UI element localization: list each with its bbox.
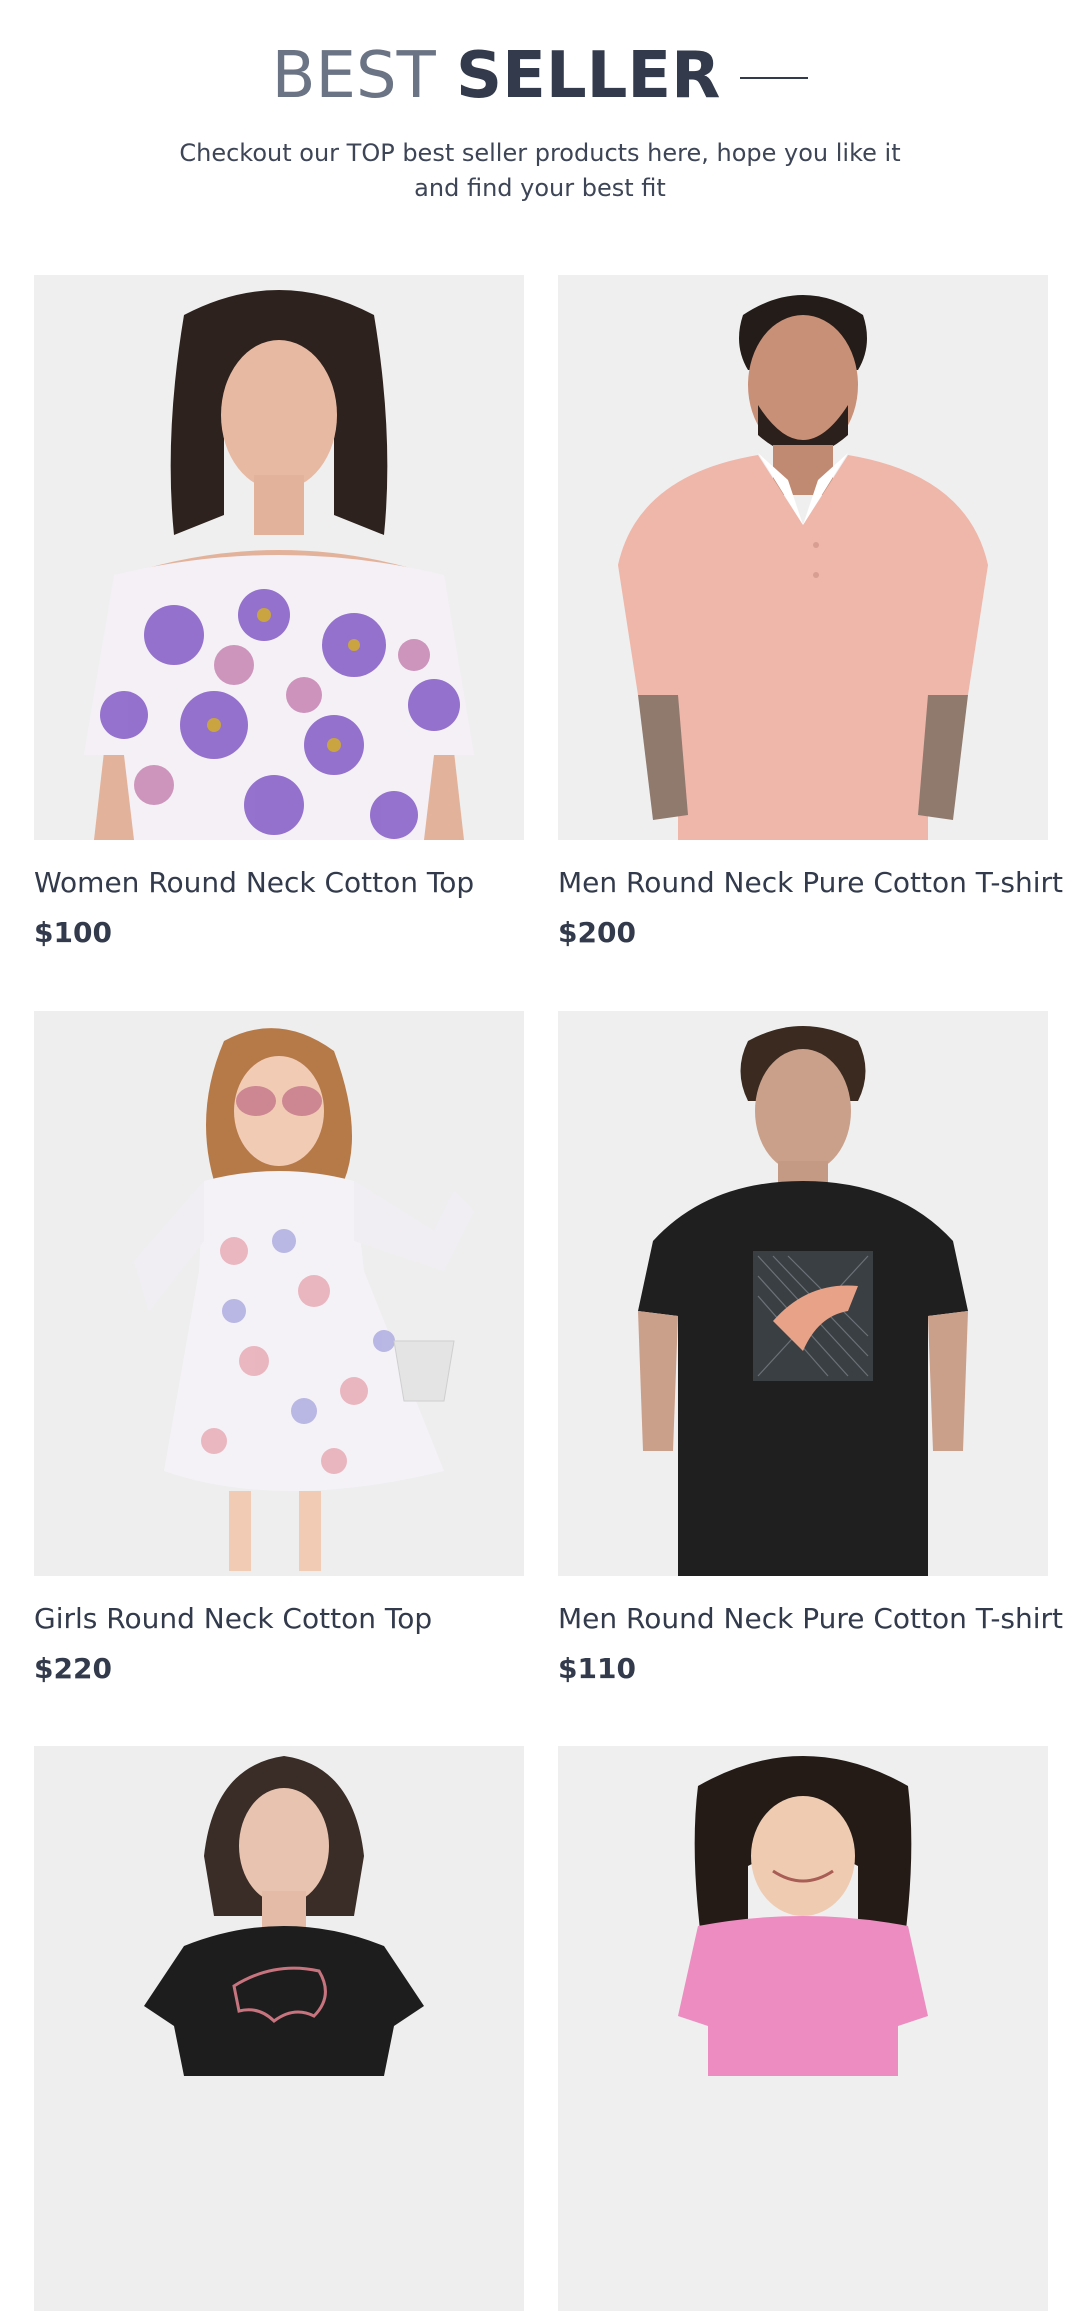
product-image[interactable] [34, 275, 524, 840]
product-image[interactable] [558, 1011, 1048, 1576]
product-image[interactable] [34, 1011, 524, 1576]
product-image[interactable] [34, 1746, 524, 2311]
page-title: BEST SELLER [272, 38, 721, 114]
girl-pink-top-image [558, 1746, 1048, 2311]
product-price: $220 [34, 1652, 112, 1685]
product-image[interactable] [558, 275, 1048, 840]
product-name[interactable]: Men Round Neck Pure Cotton T-shirt [558, 865, 1063, 901]
product-name[interactable]: Girls Round Neck Cotton Top [34, 1601, 534, 1637]
product-name[interactable]: Women Round Neck Cotton Top [34, 865, 534, 901]
product-price: $200 [558, 916, 636, 949]
title-light: BEST [271, 39, 457, 113]
product-card[interactable]: Girls Round Neck Cotton Top $220 [34, 1011, 524, 1685]
product-card[interactable] [34, 1746, 524, 2311]
title-bold: SELLER [456, 39, 721, 113]
product-card[interactable] [558, 1746, 1048, 2311]
product-card[interactable]: Women Round Neck Cotton Top $100 [34, 275, 524, 949]
product-image[interactable] [558, 1746, 1048, 2311]
product-price: $100 [34, 916, 112, 949]
product-card[interactable]: Men Round Neck Pure Cotton T-shirt $200 [558, 275, 1063, 949]
man-pink-polo-image [558, 275, 1048, 840]
product-price: $110 [558, 1652, 636, 1685]
girl-floral-dress-image [34, 1011, 524, 1576]
title-decoration-line [740, 77, 809, 79]
woman-black-puma-tshirt-image [34, 1746, 524, 2311]
man-black-puma-tshirt-image [558, 1011, 1048, 1576]
product-card[interactable]: Men Round Neck Pure Cotton T-shirt $110 [558, 1011, 1063, 1685]
product-name[interactable]: Men Round Neck Pure Cotton T-shirt [558, 1601, 1063, 1637]
title-row: BEST SELLER [0, 38, 1080, 114]
woman-floral-top-image [34, 275, 524, 840]
section-header: BEST SELLER Checkout our TOP best seller… [0, 0, 1080, 230]
section-subtitle: Checkout our TOP best seller products he… [179, 139, 901, 202]
